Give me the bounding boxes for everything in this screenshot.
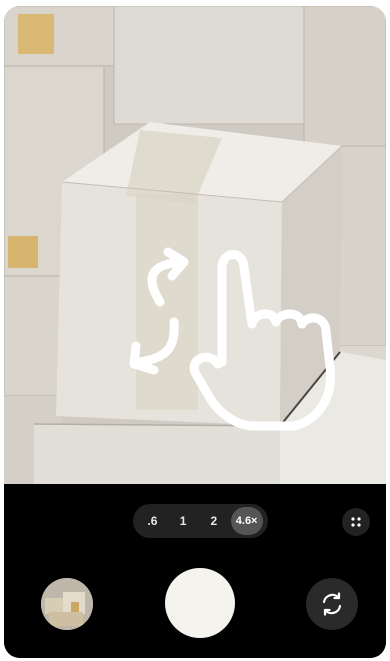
switch-camera-button[interactable] — [306, 578, 358, 630]
zoom-option-2[interactable]: 2 — [200, 507, 228, 535]
zoom-option-1[interactable]: 1 — [169, 507, 197, 535]
camera-viewfinder[interactable] — [4, 6, 386, 484]
shutter-button[interactable] — [165, 568, 235, 638]
gallery-thumbnail[interactable] — [41, 578, 93, 630]
gallery-thumbnail-image — [41, 578, 93, 630]
zoom-selector: .6 1 2 4.6× — [133, 504, 268, 538]
more-options-button[interactable] — [342, 508, 370, 536]
grid-dots-icon — [351, 517, 361, 527]
camera-controls: .6 1 2 4.6× — [4, 484, 386, 658]
camera-switch-icon — [322, 592, 342, 616]
zoom-option-4-6[interactable]: 4.6× — [230, 507, 263, 535]
camera-screen: .6 1 2 4.6× — [4, 6, 386, 658]
pinch-rotate-hand-icon — [129, 247, 336, 431]
zoom-option-0-6[interactable]: .6 — [138, 507, 166, 535]
